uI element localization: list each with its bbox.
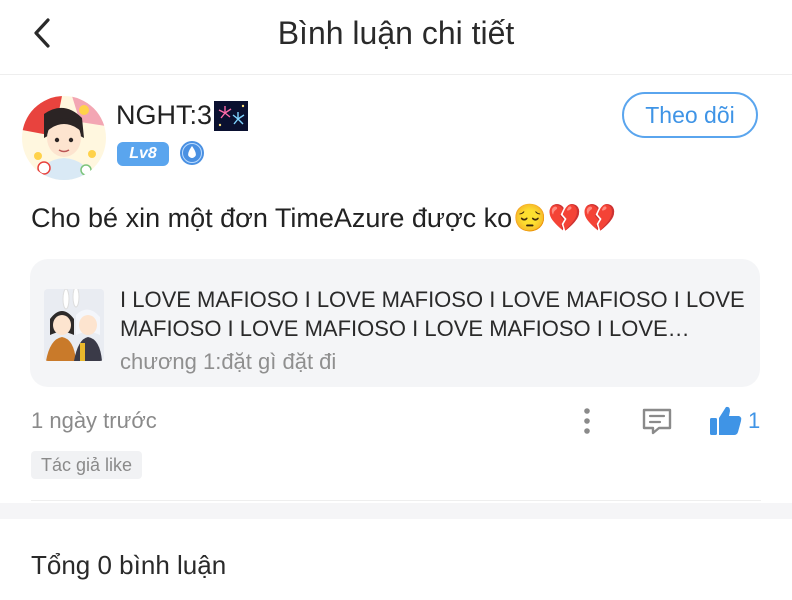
comment-icon[interactable] [640, 404, 674, 438]
total-comments-label: Tổng 0 bình luận [31, 550, 227, 580]
quoted-text: I LOVE MAFIOSO I LOVE MAFIOSO I LOVE MAF… [120, 287, 745, 341]
thumbs-up-icon[interactable] [708, 403, 744, 439]
quoted-chapter-card[interactable]: I LOVE MAFIOSO I LOVE MAFIOSO I LOVE MAF… [30, 259, 760, 387]
chapter-title: chương 1:đặt gì đặt đi [120, 349, 337, 374]
level-badge: Lv8 [117, 142, 169, 166]
comment-timestamp: 1 ngày trước [31, 408, 157, 433]
pensive-face-emoji: 😔 [513, 203, 547, 233]
more-vertical-icon[interactable] [578, 404, 596, 438]
comment-text: Cho bé xin một đơn TimeAzure được ko 😔 💔… [31, 202, 616, 234]
comment-body: Cho bé xin một đơn TimeAzure được ko [31, 202, 513, 233]
like-count: 1 [748, 408, 761, 433]
chapter-cover-image [44, 289, 104, 361]
broken-heart-emoji: 💔 [582, 203, 617, 233]
author-liked-badge: Tác giả like [31, 451, 143, 479]
username-text: NGHT:3 [116, 100, 213, 130]
broken-heart-emoji: 💔 [547, 203, 582, 233]
user-avatar[interactable] [22, 96, 106, 180]
divider [31, 500, 761, 501]
username[interactable]: NGHT:3 [116, 100, 249, 131]
header-bar: Bình luận chi tiết [0, 0, 792, 75]
section-separator [0, 503, 792, 519]
fireworks-emoji-icon [214, 100, 249, 131]
page-title: Bình luận chi tiết [277, 15, 515, 51]
follow-button[interactable]: Theo dõi [622, 92, 758, 138]
water-drop-badge-icon [179, 140, 205, 166]
